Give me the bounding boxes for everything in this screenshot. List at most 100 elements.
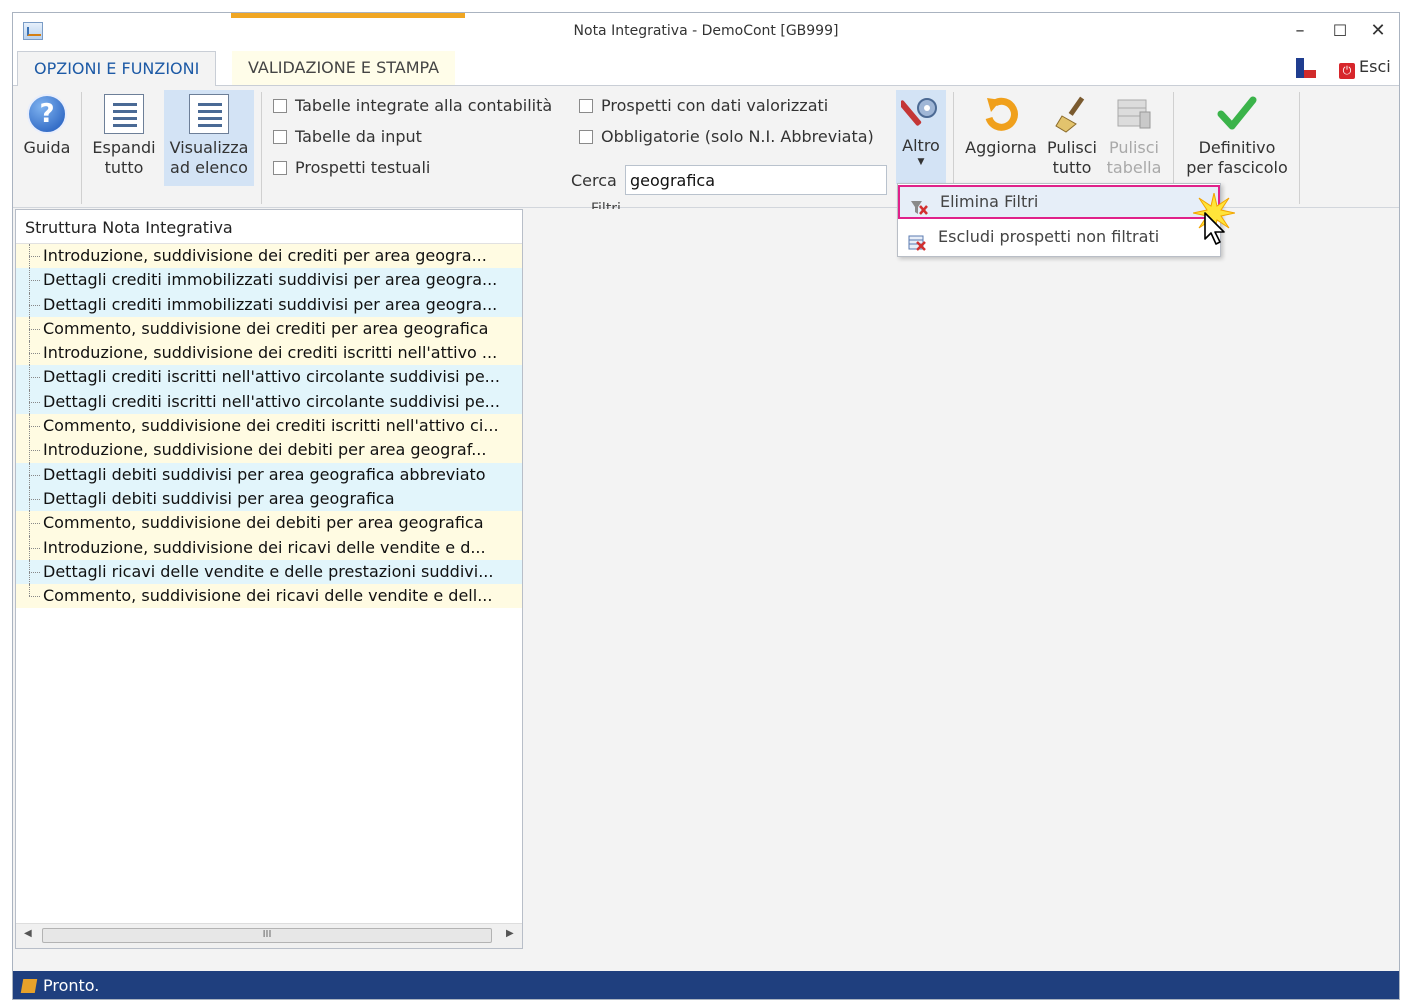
menu-item-escludi-prospetti[interactable]: Escludi prospetti non filtrati [898,220,1220,254]
scroll-right-icon[interactable]: ▶ [506,928,514,939]
tree-node[interactable]: Dettagli ricavi delle vendite e delle pr… [16,559,522,585]
checkbox[interactable] [579,99,593,113]
tree-node[interactable]: Dettagli crediti iscritti nell'attivo ci… [16,365,522,390]
tree-node[interactable]: Introduzione, suddivisione dei crediti i… [16,341,522,366]
checkbox[interactable] [273,130,287,144]
aggiorna-label: Aggiorna [965,138,1037,157]
definitivo-label-2: per fascicolo [1186,158,1288,177]
minimize-button[interactable]: – [1283,19,1317,43]
checkbox-label: Prospetti con dati valorizzati [601,96,829,115]
dropdown-arrow-icon: ▼ [917,157,925,167]
tab-opzioni-e-funzioni[interactable]: OPZIONI E FUNZIONI [17,51,217,86]
guida-label: Guida [23,138,71,157]
filter-obbligatorie[interactable]: Obbligatorie (solo N.I. Abbreviata) [579,127,874,146]
visualizza-ad-elenco-button[interactable]: Visualizza ad elenco [164,90,254,186]
node-label: Introduzione, suddivisione dei debiti pe… [43,440,487,460]
cerca-input[interactable] [625,165,887,195]
ribbon-tabs: OPZIONI E FUNZIONI VALIDAZIONE E STAMPA [13,51,1399,86]
flag-icon[interactable] [1296,58,1316,78]
remove-filter-icon [910,196,928,215]
expand-list-icon [104,94,144,134]
tree-node[interactable]: Dettagli crediti immobilizzati suddivisi… [16,292,522,317]
aggiorna-button[interactable]: Aggiorna [961,94,1041,158]
horizontal-scrollbar[interactable]: ◀ III ▶ [16,923,522,948]
close-button[interactable]: ✕ [1361,19,1395,43]
status-bar: Pronto. [13,971,1399,999]
definitivo-button[interactable]: Definitivo per fascicolo [1179,94,1295,178]
node-label: Introduzione, suddivisione dei crediti i… [43,343,498,363]
tree-node[interactable]: Commento, suddivisione dei crediti per a… [16,316,522,342]
help-icon: ? [27,94,67,134]
checkbox[interactable] [273,99,287,113]
tree-node[interactable]: Dettagli debiti suddivisi per area geogr… [16,462,522,487]
node-label: Commento, suddivisione dei ricavi delle … [43,586,493,606]
tree-node[interactable]: Introduzione, suddivisione dei debiti pe… [16,438,522,463]
node-label: Dettagli crediti iscritti nell'attivo ci… [43,367,500,387]
espandi-label-2: tutto [104,158,144,177]
status-text: Pronto. [43,976,100,995]
visualizza-label-2: ad elenco [170,158,248,177]
window-title: Nota Integrativa - DemoCont [GB999] [573,23,839,39]
checkbox[interactable] [273,161,287,175]
tree-node[interactable]: Commento, suddivisione dei ricavi delle … [16,584,522,609]
tree-node[interactable]: Commento, suddivisione dei debiti per ar… [16,511,522,536]
tree-view: Introduzione, suddivisione dei crediti p… [16,244,522,609]
node-label: Dettagli crediti immobilizzati suddivisi… [43,294,498,314]
cerca-label: Cerca [571,171,617,190]
tree-node[interactable]: Commento, suddivisione dei crediti iscri… [16,414,522,439]
node-label: Dettagli ricavi delle vendite e delle pr… [43,561,494,581]
menu-item-elimina-filtri[interactable]: Elimina Filtri [898,185,1220,219]
menu-item-label: Elimina Filtri [940,192,1039,211]
clear-table-icon [1114,94,1154,134]
checkmark-icon [1217,94,1257,134]
separator [261,92,262,204]
scroll-left-icon[interactable]: ◀ [24,928,32,939]
espandi-label-1: Espandi [92,138,156,157]
esci-button[interactable]: ⏻ Esci [1339,57,1391,79]
node-label: Dettagli debiti suddivisi per area geogr… [43,464,486,484]
guida-button[interactable]: ? Guida [21,94,73,158]
filter-prospetti-testuali[interactable]: Prospetti testuali [273,158,430,177]
list-view-icon [189,94,229,134]
maximize-button[interactable]: ☐ [1323,19,1357,43]
node-label: Introduzione, suddivisione dei crediti p… [43,246,487,265]
filter-tabelle-integrate[interactable]: Tabelle integrate alla contabilità [273,96,552,115]
checkbox[interactable] [579,130,593,144]
tree-node[interactable]: Dettagli debiti suddivisi per area geogr… [16,486,522,512]
tab-validazione-e-stampa[interactable]: VALIDAZIONE E STAMPA [232,51,456,85]
espandi-tutto-button[interactable]: Espandi tutto [89,94,159,178]
title-bar: Nota Integrativa - DemoCont [GB999] – ☐ … [13,13,1399,51]
tree-node[interactable]: Dettagli crediti immobilizzati suddivisi… [16,268,522,293]
checkbox-label: Tabelle da input [295,127,422,146]
node-label: Commento, suddivisione dei debiti per ar… [43,513,484,533]
content-area [523,209,1399,969]
filter-prospetti-valorizzati[interactable]: Prospetti con dati valorizzati [579,96,828,115]
pulisci-tabella-label-2: tabella [1106,158,1162,177]
broom-icon [1052,94,1092,134]
app-window: Nota Integrativa - DemoCont [GB999] – ☐ … [12,12,1400,1000]
pulisci-tabella-label-1: Pulisci [1109,138,1159,157]
status-icon [20,979,38,993]
pulisci-tabella-button[interactable]: Pulisci tabella [1103,94,1165,178]
separator [1299,92,1300,204]
tools-icon [898,92,941,132]
visualizza-label-1: Visualizza [169,138,249,157]
power-icon: ⏻ [1339,63,1355,79]
altro-button[interactable]: Altro ▼ [896,90,946,184]
tree-node[interactable]: Dettagli crediti iscritti nell'attivo ci… [16,389,522,415]
filter-tabelle-da-input[interactable]: Tabelle da input [273,127,422,146]
pulisci-tutto-label-2: tutto [1052,158,1092,177]
scroll-thumb[interactable]: III [42,928,492,943]
node-label: Dettagli crediti immobilizzati suddivisi… [43,270,498,290]
node-label: Dettagli debiti suddivisi per area geogr… [43,488,395,508]
altro-label: Altro [902,136,940,155]
checkbox-label: Prospetti testuali [295,158,431,177]
esci-label: Esci [1359,57,1391,76]
tree-node[interactable]: Introduzione, suddivisione dei ricavi de… [16,535,522,560]
altro-dropdown-menu: Elimina Filtri Escludi prospetti non fil… [897,183,1221,257]
accent-strip [231,13,465,18]
refresh-icon [981,94,1021,134]
pulisci-tutto-button[interactable]: Pulisci tutto [1043,94,1101,178]
tree-node[interactable]: Introduzione, suddivisione dei crediti p… [16,244,522,269]
pulisci-tutto-label-1: Pulisci [1047,138,1097,157]
